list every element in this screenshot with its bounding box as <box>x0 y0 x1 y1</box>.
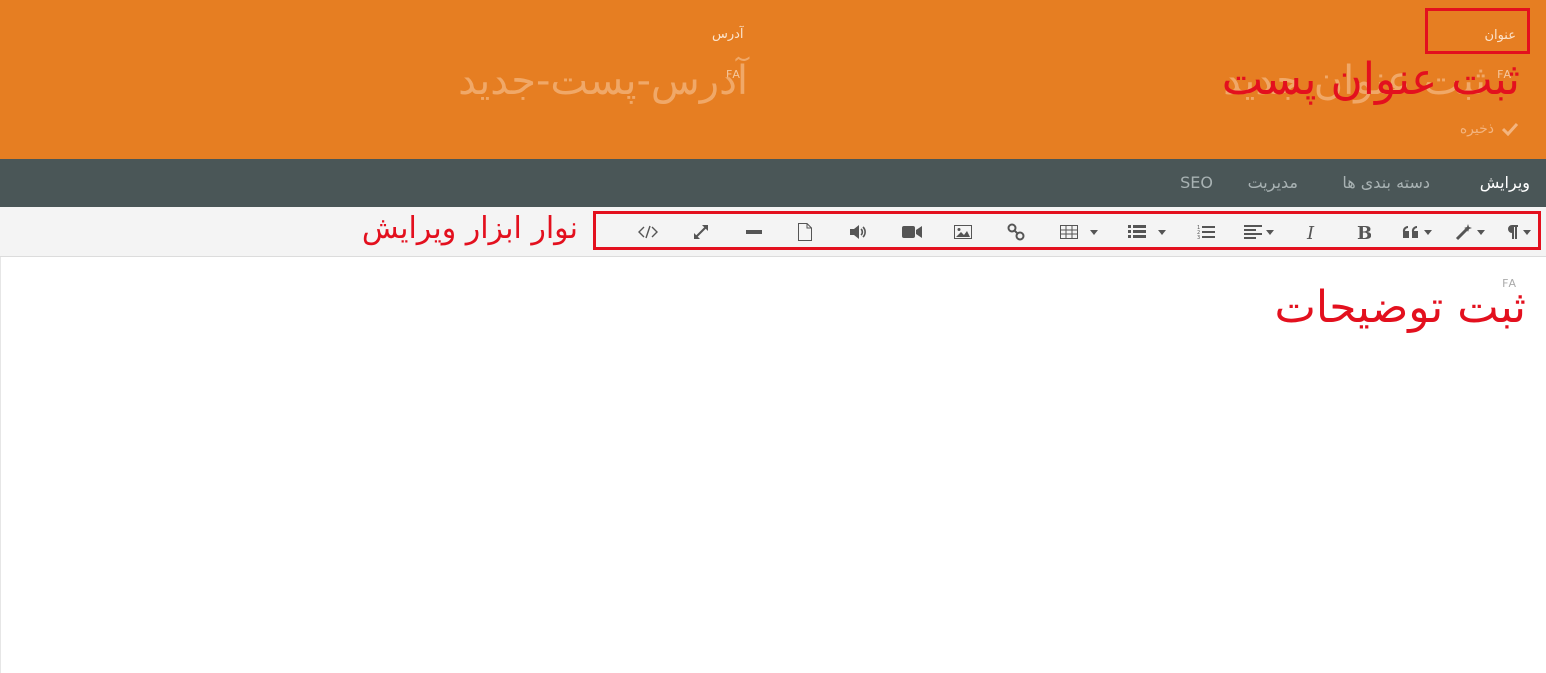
title-annotation: ثبت عنوان پست <box>1221 54 1520 105</box>
tab-management[interactable]: مدیریت <box>1248 173 1298 192</box>
toolbar-highlight-box <box>593 211 1541 250</box>
nav-tabs: ویرایش دسته بندی ها مدیریت SEO <box>0 159 1546 207</box>
description-annotation: ثبت توضیحات <box>1274 282 1526 333</box>
title-highlight-box <box>1425 8 1530 54</box>
address-label: آدرس <box>712 27 744 42</box>
save-label: ذخیره <box>1459 121 1494 137</box>
save-button[interactable]: ذخیره <box>1460 121 1518 137</box>
tab-edit[interactable]: ویرایش <box>1480 173 1530 192</box>
toolbar-annotation: نوار ابزار ویرایش <box>361 211 578 246</box>
address-input[interactable]: آدرس-پست-جدید <box>458 58 748 104</box>
tab-categories[interactable]: دسته بندی ها <box>1342 173 1430 192</box>
tab-seo[interactable]: SEO <box>1180 173 1213 192</box>
check-icon <box>1502 122 1518 136</box>
